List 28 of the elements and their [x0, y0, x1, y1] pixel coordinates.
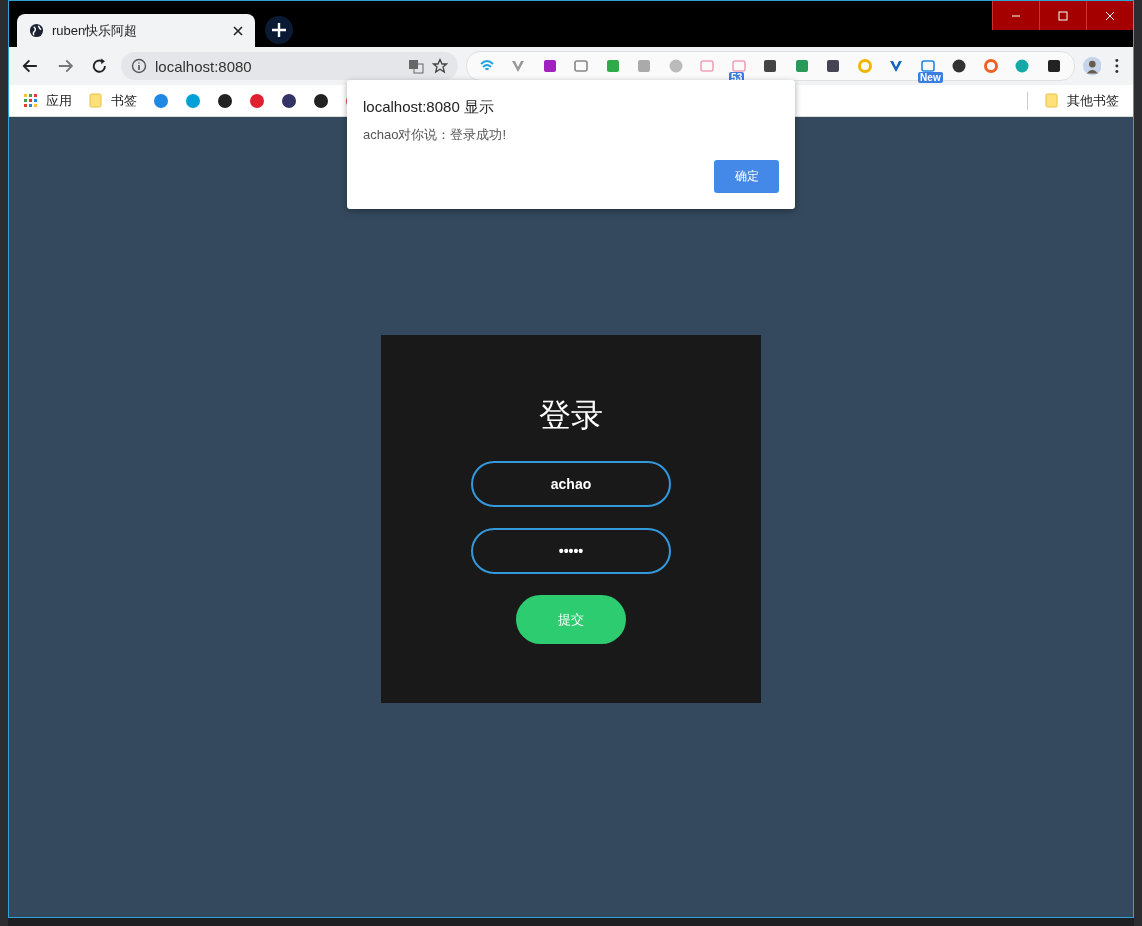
folder-icon	[88, 93, 103, 108]
v-logo-icon[interactable]	[510, 58, 527, 74]
globe-icon	[29, 23, 44, 38]
folder-bookmark[interactable]: 书签	[88, 91, 137, 110]
username-field[interactable]: achao	[471, 461, 671, 507]
address-bar[interactable]: localhost:8080	[120, 52, 459, 80]
maximize-icon	[1058, 10, 1068, 21]
maximize-button[interactable]	[1039, 1, 1086, 30]
apps-grid-icon	[23, 93, 38, 108]
new-tab-icon[interactable]	[265, 16, 293, 44]
screen-icon[interactable]	[919, 58, 936, 74]
folder-icon	[1044, 93, 1059, 108]
info-icon	[130, 58, 147, 74]
close-icon[interactable]	[233, 25, 243, 36]
avatar-icon[interactable]	[1082, 56, 1102, 76]
apps-bookmark[interactable]: 应用	[23, 91, 72, 110]
dialog-message: achao对你说：登录成功!	[363, 126, 508, 144]
star-icon[interactable]	[432, 58, 449, 74]
badge: New	[918, 72, 943, 83]
frame-icon[interactable]	[573, 58, 590, 74]
login-title: 登录	[539, 396, 603, 435]
close-icon	[1105, 10, 1115, 21]
dialog-title: localhost:8080 显示	[363, 97, 495, 117]
lifebuoy-icon[interactable]	[982, 58, 999, 74]
folder-bookmark[interactable]: 其他书签	[1044, 91, 1119, 110]
browser-tab[interactable]: ruben快乐阿超	[17, 14, 255, 47]
password-field[interactable]: •••••	[471, 528, 671, 574]
ok-button[interactable]: 确定	[714, 160, 779, 193]
